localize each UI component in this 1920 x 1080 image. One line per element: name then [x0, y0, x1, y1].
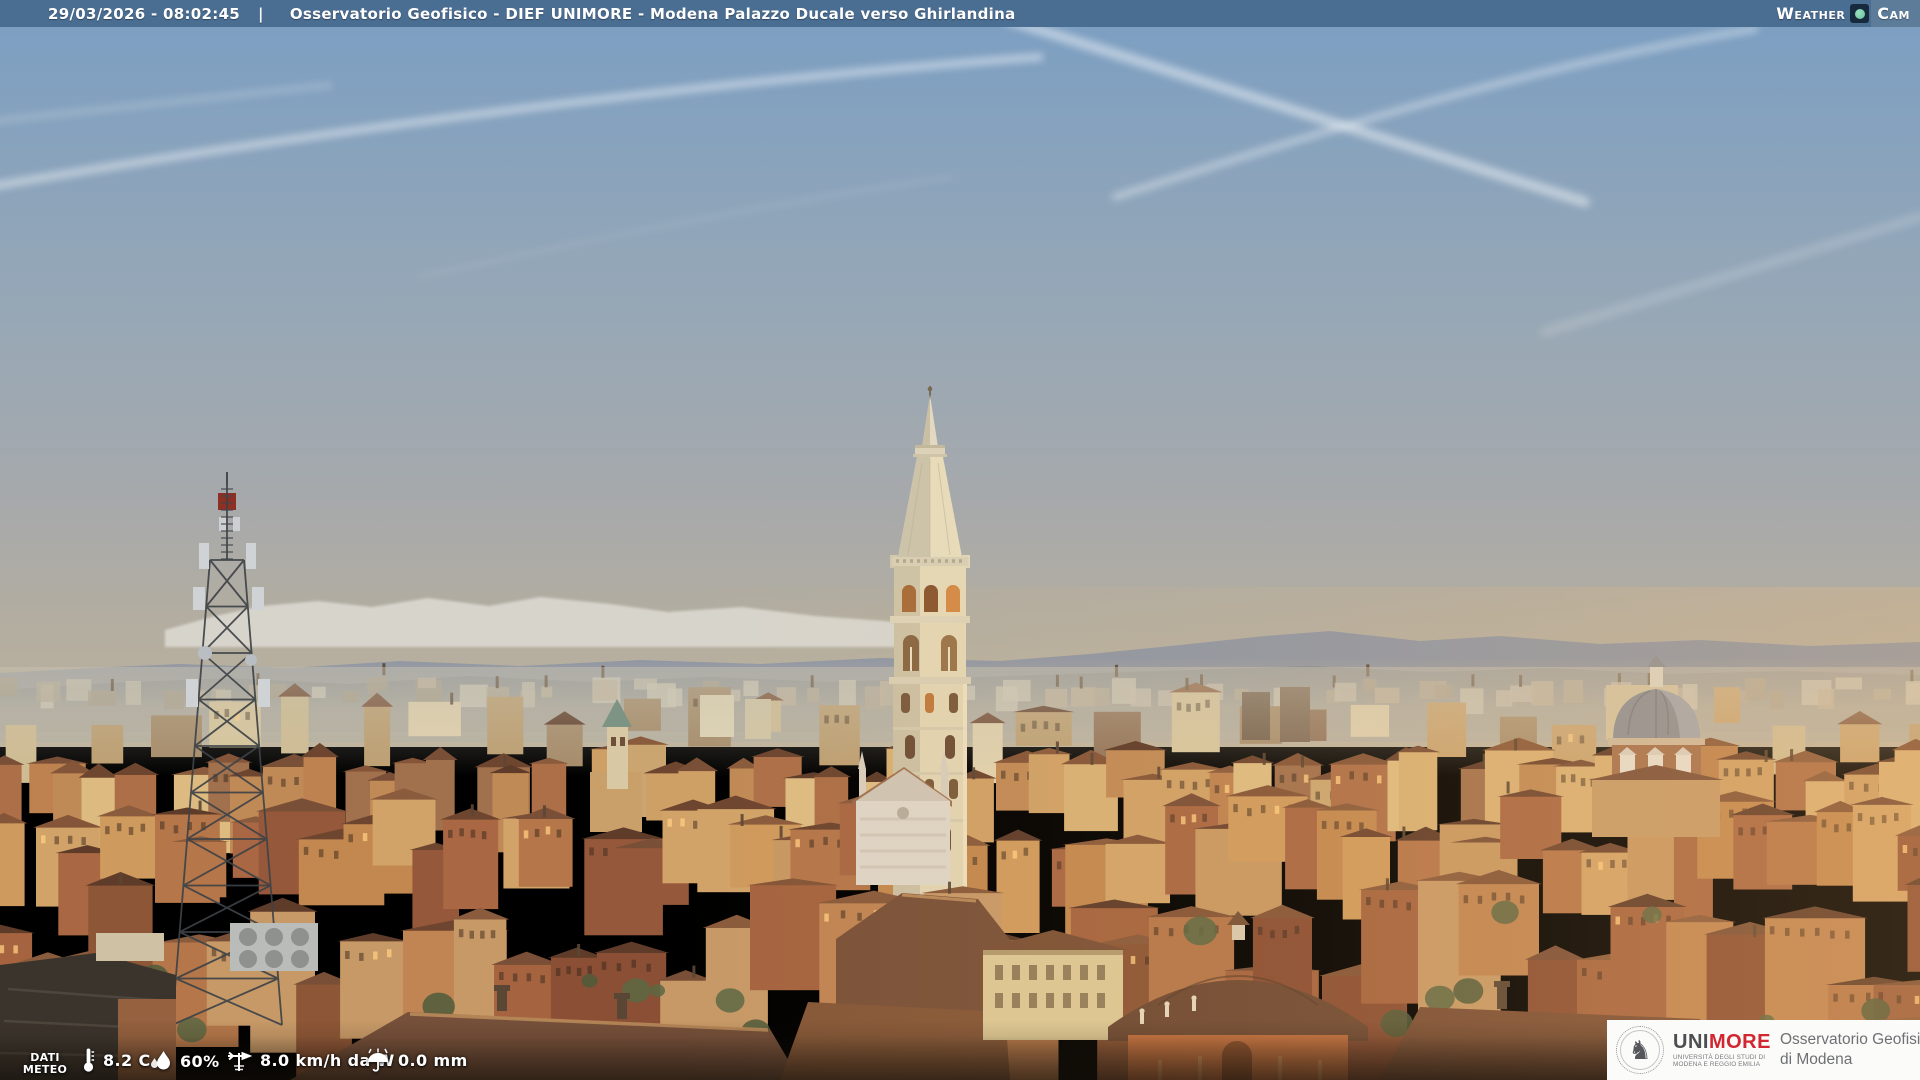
top-bar: 29/03/2026 - 08:02:45 | Osservatorio Geo…	[0, 0, 1920, 27]
wind-vane-icon	[226, 1048, 252, 1073]
camera-title: Osservatorio Geofisico - DIEF UNIMORE - …	[290, 5, 1016, 23]
weathercam-dot-icon	[1850, 4, 1869, 23]
precipitation-readout: 0.0 mm	[366, 1048, 468, 1073]
weathercam-logo: Weather Cam	[1776, 0, 1920, 27]
weathercam-weather-label: Weather	[1776, 4, 1845, 23]
city-panorama	[0, 27, 1920, 1080]
unimore-subtitle: UNIVERSITÀ DEGLI STUDI DI MODENA E REGGI…	[1673, 1054, 1771, 1069]
humidity-readout: 60%	[150, 1049, 220, 1073]
unimore-wordmark: UNIMORE UNIVERSITÀ DEGLI STUDI DI MODENA…	[1673, 1032, 1771, 1069]
temperature-readout: 8.2 C	[82, 1047, 151, 1073]
datetime-text: 29/03/2026 - 08:02:45	[48, 5, 240, 23]
unimore-branding: ♞ UNIMORE UNIVERSITÀ DEGLI STUDI DI MODE…	[1607, 1020, 1920, 1080]
rain-umbrella-icon	[366, 1048, 390, 1073]
humidity-drops-icon	[150, 1049, 172, 1073]
separator: |	[258, 5, 264, 23]
observatory-name: Osservatorio Geofisico di Modena	[1780, 1030, 1920, 1070]
weathercam-cam-label: Cam	[1871, 0, 1920, 27]
unimore-seal-icon: ♞	[1616, 1026, 1664, 1074]
dati-meteo-label: DATI METEO	[22, 1052, 68, 1076]
webcam-view: 29/03/2026 - 08:02:45 | Osservatorio Geo…	[0, 0, 1920, 1080]
thermometer-icon	[82, 1047, 95, 1073]
